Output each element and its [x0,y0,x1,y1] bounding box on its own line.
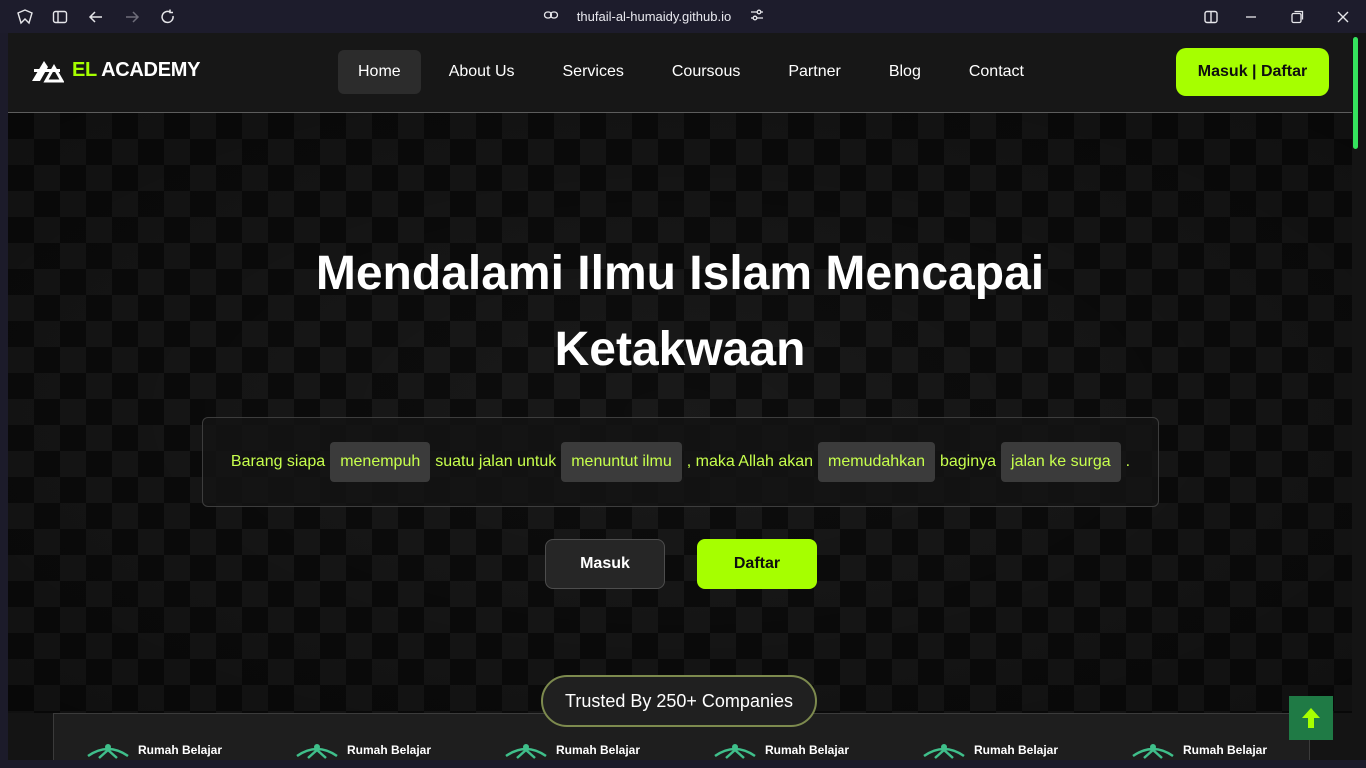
scroll-to-top-button[interactable] [1289,696,1333,740]
app-icon[interactable] [16,8,34,26]
masuk-button[interactable]: Masuk [545,539,665,589]
scrollbar-thumb[interactable] [1353,37,1358,149]
partner-name: Rumah Belajar [1183,743,1268,757]
partner-logo: Rumah Belajar [922,740,1058,760]
partner-name: Rumah Belajar [138,743,223,757]
navbar: EL ACADEMY Home About Us Services Courso… [8,33,1352,113]
address-bar[interactable]: thufail-al-humaidy.github.io [543,5,765,27]
minimize-icon[interactable] [1242,8,1260,26]
hero-section: Mendalami Ilmu Islam Mencapai Ketakwaan … [8,113,1352,713]
partner-logo: Rumah Belajar [504,740,640,760]
partner-name: Rumah Belajar [765,743,850,757]
login-register-button[interactable]: Masuk | Daftar [1176,48,1329,96]
partner-logo: Rumah Belajar [1131,740,1267,760]
nav-item-services[interactable]: Services [543,50,644,94]
el-academy-logo-icon [32,61,64,83]
partner-logo: Rumah Belajar [295,740,431,760]
quote-highlight: menempuh [330,442,431,482]
nav-item-coursous[interactable]: Coursous [652,50,760,94]
tune-icon[interactable] [749,7,765,26]
rumah-belajar-logo-icon [87,744,129,759]
rumah-belajar-logo-icon [714,744,756,759]
rumah-belajar-logo-icon [505,744,547,759]
partner-name: Rumah Belajar [347,743,432,757]
hero-title-line-2: Ketakwaan [554,323,806,376]
nav-item-contact[interactable]: Contact [949,50,1044,94]
trusted-badge: Trusted By 250+ Companies [541,675,817,727]
hero-title: Mendalami Ilmu Islam Mencapai Ketakwaan [280,236,1080,388]
rumah-belajar-logo-icon [1132,744,1174,759]
hero-title-line-1: Mendalami Ilmu Islam Mencapai [315,247,1045,300]
quote-text: suatu jalan untuk [435,453,557,470]
nav-menu: Home About Us Services Coursous Partner … [338,50,1052,94]
rumah-belajar-logo-icon [923,744,965,759]
link-icon [543,7,559,26]
sidebar-toggle-icon[interactable] [51,8,69,26]
partner-logo: Rumah Belajar [713,740,849,760]
rumah-belajar-logo-icon [296,744,338,759]
quote-text: , maka Allah akan [686,453,814,470]
daftar-button[interactable]: Daftar [697,539,817,589]
back-icon[interactable] [87,8,105,26]
arrow-up-icon [1302,708,1320,728]
quote-highlight: menuntut ilmu [561,442,682,482]
quote-text: . [1125,453,1131,470]
hadith-quote: Barang siapa menempuh suatu jalan untuk … [202,417,1159,507]
partner-name: Rumah Belajar [556,743,641,757]
nav-item-blog[interactable]: Blog [869,50,941,94]
page-scrollbar[interactable] [1352,33,1366,760]
reload-icon[interactable] [159,8,177,26]
nav-item-about-us[interactable]: About Us [429,50,535,94]
partner-name: Rumah Belajar [974,743,1059,757]
nav-item-home[interactable]: Home [338,50,421,94]
browser-toolbar: thufail-al-humaidy.github.io [0,0,1366,33]
nav-item-partner[interactable]: Partner [768,50,860,94]
quote-text: baginya [939,453,997,470]
url-text: thufail-al-humaidy.github.io [576,8,732,24]
page-viewport: EL ACADEMY Home About Us Services Courso… [8,33,1352,760]
quote-highlight: jalan ke surga [1001,442,1121,482]
restore-icon[interactable] [1288,8,1306,26]
forward-icon[interactable] [123,8,141,26]
split-view-icon[interactable] [1202,8,1220,26]
brand-name: EL ACADEMY [72,58,201,81]
quote-highlight: memudahkan [818,442,935,482]
partner-logo: Rumah Belajar [86,740,222,760]
quote-text: Barang siapa [230,453,326,470]
close-icon[interactable] [1334,8,1352,26]
logo[interactable]: EL ACADEMY [30,57,200,83]
